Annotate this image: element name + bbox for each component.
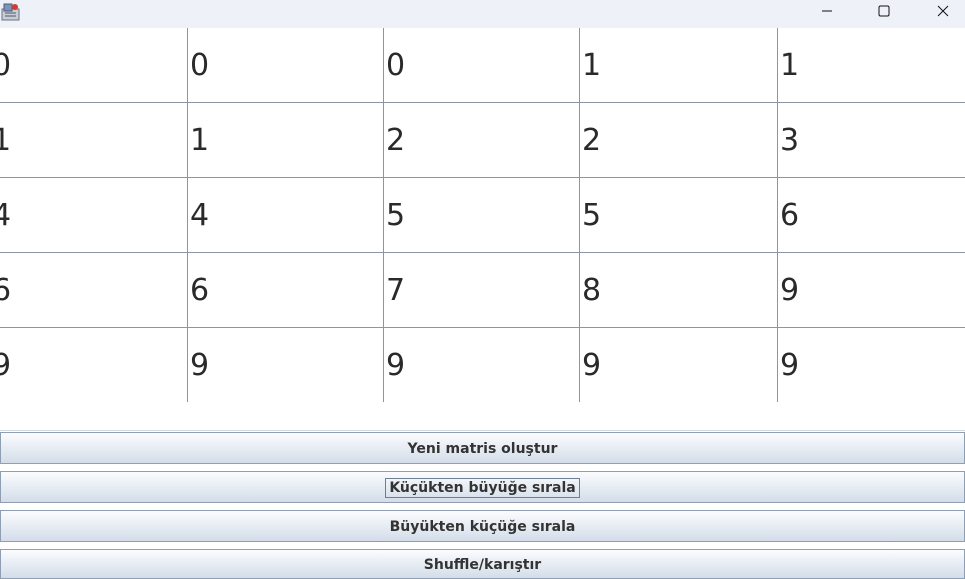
cell-value: 2: [582, 122, 602, 158]
matrix-cell: 9: [580, 328, 778, 403]
new-matrix-button[interactable]: Yeni matris oluştur: [0, 432, 965, 464]
matrix-cell: 1: [580, 28, 778, 103]
cell-value: 6: [190, 272, 210, 308]
maximize-button[interactable]: [855, 0, 913, 22]
cell-value: 9: [780, 272, 800, 308]
cell-value: 9: [780, 347, 800, 383]
title-bar: [0, 0, 965, 28]
sort-ascending-label: Küçükten büyüğe sırala: [385, 477, 580, 498]
close-button[interactable]: [914, 0, 965, 22]
sort-descending-button[interactable]: Büyükten küçüğe sırala: [0, 510, 965, 542]
cell-value: 2: [386, 122, 406, 158]
sort-descending-label: Büyükten küçüğe sırala: [389, 518, 576, 535]
matrix-cell: 5: [384, 178, 580, 253]
matrix-cell: 9: [778, 328, 965, 403]
matrix-cell: 2: [580, 103, 778, 178]
minimize-button[interactable]: [798, 0, 856, 22]
cell-value: 3: [780, 122, 800, 158]
button-panel: Yeni matris oluştur Küçükten büyüğe sıra…: [0, 402, 965, 579]
matrix-cell: 9: [778, 253, 965, 328]
matrix-cell: 0: [0, 28, 188, 103]
java-app-icon: [1, 1, 21, 21]
cell-value: 1: [0, 123, 11, 158]
cell-value: 0: [190, 47, 210, 83]
cell-value: 9: [582, 347, 602, 383]
cell-value: 9: [0, 348, 11, 383]
matrix-cell: 6: [188, 253, 384, 328]
matrix-cell: 0: [384, 28, 580, 103]
cell-value: 0: [0, 48, 11, 83]
matrix-cell: 9: [188, 328, 384, 403]
maximize-icon: [878, 2, 890, 21]
matrix-cell: 0: [188, 28, 384, 103]
matrix-grid: 0 0 0 1 1 1 1 2 2 3 4 4 5 5 6 6 6 7 8 9 …: [0, 28, 965, 403]
close-icon: [937, 2, 949, 21]
cell-value: 8: [582, 272, 602, 308]
matrix-cell: 2: [384, 103, 580, 178]
cell-value: 5: [386, 197, 406, 233]
shuffle-label: Shuffle/karıştır: [423, 556, 542, 573]
divider: [0, 430, 965, 431]
cell-value: 9: [190, 347, 210, 383]
matrix-cell: 1: [0, 103, 188, 178]
matrix-cell: 6: [0, 253, 188, 328]
matrix-cell: 8: [580, 253, 778, 328]
cell-value: 6: [780, 197, 800, 233]
shuffle-button[interactable]: Shuffle/karıştır: [0, 549, 965, 579]
cell-value: 6: [0, 273, 11, 308]
sort-ascending-button[interactable]: Küçükten büyüğe sırala: [0, 471, 965, 503]
matrix-cell: 9: [384, 328, 580, 403]
matrix-cell: 6: [778, 178, 965, 253]
minimize-icon: [821, 2, 833, 21]
cell-value: 0: [386, 47, 406, 83]
cell-value: 7: [386, 272, 406, 308]
matrix-cell: 1: [188, 103, 384, 178]
matrix-cell: 4: [188, 178, 384, 253]
matrix-cell: 4: [0, 178, 188, 253]
new-matrix-label: Yeni matris oluştur: [407, 440, 558, 457]
matrix-cell: 5: [580, 178, 778, 253]
cell-value: 4: [190, 197, 210, 233]
matrix-cell: 9: [0, 328, 188, 403]
cell-value: 1: [780, 47, 800, 83]
matrix-cell: 1: [778, 28, 965, 103]
cell-value: 4: [0, 198, 11, 233]
cell-value: 1: [582, 47, 602, 83]
cell-value: 1: [190, 122, 210, 158]
matrix-cell: 7: [384, 253, 580, 328]
matrix-cell: 3: [778, 103, 965, 178]
cell-value: 9: [386, 347, 406, 383]
cell-value: 5: [582, 197, 602, 233]
